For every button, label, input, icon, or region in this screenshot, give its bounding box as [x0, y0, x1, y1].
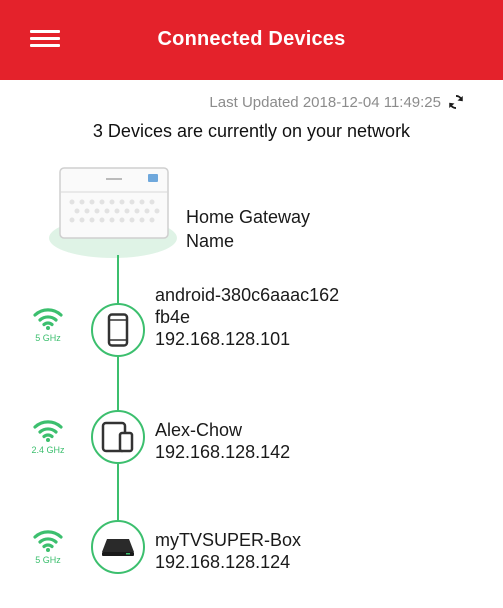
wifi-band-label: 2.4 GHz	[31, 445, 65, 455]
device-info[interactable]: myTVSUPER-Box 192.168.128.124	[155, 529, 301, 573]
page-title: Connected Devices	[157, 28, 346, 50]
wifi-signal-icon: 2.4 GHz	[30, 418, 66, 455]
set-top-box-icon	[102, 539, 134, 556]
home-gateway-icon	[49, 167, 177, 258]
wifi-band-label: 5 GHz	[35, 555, 61, 565]
device-count-summary: 3 Devices are currently on your network	[92, 121, 411, 141]
device-node[interactable]	[91, 410, 145, 464]
device-ip: 192.168.128.101	[155, 329, 291, 349]
wifi-signal-icon: 5 GHz	[30, 528, 66, 565]
device-ip: 192.168.128.142	[155, 442, 291, 462]
device-info[interactable]: Alex-Chow 192.168.128.142	[155, 419, 290, 463]
last-updated-text: Last Updated 2018-12-04 11:49:25	[209, 93, 441, 111]
device-node[interactable]	[91, 520, 145, 574]
wifi-band-label: 5 GHz	[35, 333, 61, 343]
device-name-cont: fb4e	[155, 307, 191, 327]
device-info[interactable]: android-380c6aaac162 fb4e 192.168.128.10…	[155, 284, 339, 350]
device-name: android-380c6aaac162	[155, 285, 340, 305]
gateway-name: Home Gateway Name	[186, 207, 311, 251]
connection-line	[117, 255, 119, 520]
device-ip: 192.168.128.124	[155, 552, 291, 572]
tablet-phone-icon	[101, 421, 134, 453]
device-node[interactable]	[91, 303, 145, 357]
smartphone-icon	[107, 313, 129, 347]
wifi-signal-icon: 5 GHz	[30, 306, 66, 343]
device-name: Alex-Chow	[155, 420, 243, 440]
app-bar: Connected Devices	[0, 0, 503, 80]
refresh-icon[interactable]	[447, 93, 465, 111]
device-name: myTVSUPER-Box	[155, 530, 302, 550]
last-updated-row: Last Updated 2018-12-04 11:49:25	[209, 93, 465, 111]
